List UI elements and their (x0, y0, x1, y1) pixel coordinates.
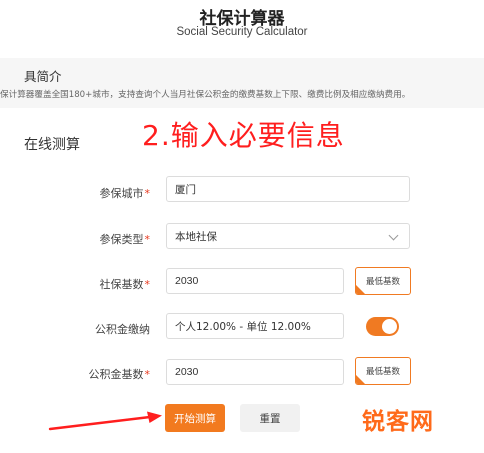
section-title: 在线测算 (24, 137, 80, 153)
required-mark: * (144, 187, 151, 200)
start-calc-button[interactable]: 开始测算 (165, 404, 225, 432)
corner-mark-icon (356, 285, 365, 294)
required-mark: * (144, 368, 151, 381)
intro-text: 保计算器覆盖全国180+城市，支持查询个人当月社保公积金的缴费基数上下限、缴费比… (0, 90, 411, 100)
fund-toggle[interactable] (366, 317, 399, 336)
city-label: 参保城市* (99, 187, 151, 200)
reset-button[interactable]: 重置 (240, 404, 300, 432)
intro-title: 具简介 (24, 69, 62, 84)
ss-base-input[interactable]: 2030 (166, 268, 344, 294)
city-input[interactable]: 厦门 (166, 176, 410, 202)
toggle-knob (382, 319, 397, 334)
intro-panel (0, 58, 484, 108)
type-select[interactable]: 本地社保 (166, 223, 410, 249)
page-subtitle: Social Security Calculator (176, 26, 308, 38)
type-label: 参保类型* (99, 233, 151, 246)
fund-base-label: 公积金基数* (88, 368, 151, 381)
required-mark: * (144, 233, 151, 246)
fund-base-input[interactable]: 2030 (166, 359, 344, 385)
fund-rate-input[interactable]: 个人12.00% - 单位 12.00% (166, 313, 344, 339)
corner-mark-icon (356, 375, 365, 384)
pointer-arrow-icon (48, 411, 162, 431)
chevron-down-icon (388, 230, 399, 241)
required-mark: * (144, 278, 151, 291)
watermark-logo: 锐客网 (362, 409, 434, 435)
ss-min-base-button[interactable]: 最低基数 (355, 267, 411, 295)
fund-label: 公积金缴纳 (95, 323, 150, 336)
ss-base-label: 社保基数* (99, 278, 151, 291)
fund-min-base-button[interactable]: 最低基数 (355, 357, 411, 385)
annotation-text: 2.输入必要信息 (142, 119, 345, 152)
